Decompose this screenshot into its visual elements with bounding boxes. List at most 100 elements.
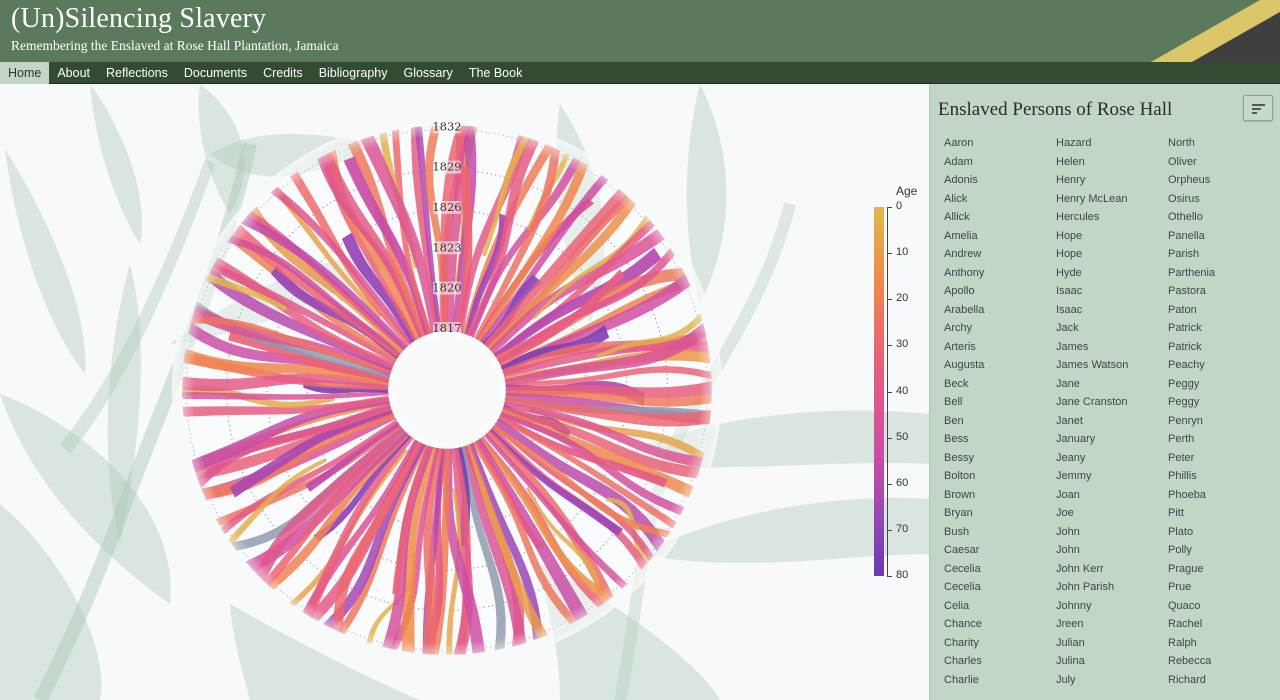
- person-list-item[interactable]: Bryan: [944, 504, 1056, 523]
- person-list-item[interactable]: Pastora: [1168, 282, 1280, 301]
- person-list-item[interactable]: Charles: [944, 652, 1056, 671]
- person-list-item[interactable]: January: [1056, 430, 1168, 449]
- person-list-item[interactable]: Plato: [1168, 523, 1280, 542]
- person-list-item[interactable]: Peachy: [1168, 356, 1280, 375]
- person-list-item[interactable]: Hercules: [1056, 208, 1168, 227]
- person-list-item[interactable]: Oliver: [1168, 153, 1280, 172]
- person-list-item[interactable]: Adonis: [944, 171, 1056, 190]
- person-list-item[interactable]: Hope: [1056, 227, 1168, 246]
- person-list-item[interactable]: John Parish: [1056, 578, 1168, 597]
- person-list-item[interactable]: Caesar: [944, 541, 1056, 560]
- person-list-item[interactable]: Charity: [944, 634, 1056, 653]
- person-list-item[interactable]: Patrick: [1168, 338, 1280, 357]
- person-list-item[interactable]: Amelia: [944, 227, 1056, 246]
- person-list-item[interactable]: Rebecca: [1168, 652, 1280, 671]
- person-list-item[interactable]: Joe: [1056, 504, 1168, 523]
- person-list-item[interactable]: Joan: [1056, 486, 1168, 505]
- person-list-item[interactable]: Prague: [1168, 560, 1280, 579]
- person-list-item[interactable]: Prue: [1168, 578, 1280, 597]
- person-list-item[interactable]: North: [1168, 134, 1280, 153]
- nav-bibliography[interactable]: Bibliography: [311, 62, 396, 84]
- person-list-item[interactable]: Pitt: [1168, 504, 1280, 523]
- person-list-item[interactable]: Archy: [944, 319, 1056, 338]
- person-list-item[interactable]: Bell: [944, 393, 1056, 412]
- person-list-item[interactable]: Rachel: [1168, 615, 1280, 634]
- person-list-item[interactable]: Peter: [1168, 449, 1280, 468]
- person-list-item[interactable]: Parish: [1168, 245, 1280, 264]
- person-list-item[interactable]: Panella: [1168, 227, 1280, 246]
- person-list-item[interactable]: John: [1056, 541, 1168, 560]
- person-list-item[interactable]: Parthenia: [1168, 264, 1280, 283]
- nav-home[interactable]: Home: [0, 62, 50, 84]
- person-list-item[interactable]: Henry: [1056, 171, 1168, 190]
- person-list-item[interactable]: Chance: [944, 615, 1056, 634]
- person-list-item[interactable]: Helen: [1056, 153, 1168, 172]
- person-list-item[interactable]: Jreen: [1056, 615, 1168, 634]
- person-list-item[interactable]: Ben: [944, 412, 1056, 431]
- person-list-item[interactable]: Hazard: [1056, 134, 1168, 153]
- person-list-item[interactable]: Augusta: [944, 356, 1056, 375]
- person-list-item[interactable]: Jack: [1056, 319, 1168, 338]
- person-list-item[interactable]: Phillis: [1168, 467, 1280, 486]
- person-list-item[interactable]: Beck: [944, 375, 1056, 394]
- person-list-item[interactable]: Isaac: [1056, 301, 1168, 320]
- person-list-item[interactable]: Cecelia: [944, 560, 1056, 579]
- person-list-item[interactable]: Jane Cranston: [1056, 393, 1168, 412]
- person-list-item[interactable]: Julina: [1056, 652, 1168, 671]
- person-list-item[interactable]: Richard: [1168, 671, 1280, 690]
- person-list-item[interactable]: Apollo: [944, 282, 1056, 301]
- person-list-item[interactable]: Anthony: [944, 264, 1056, 283]
- person-list-item[interactable]: Hyde: [1056, 264, 1168, 283]
- person-list-item[interactable]: Celia: [944, 597, 1056, 616]
- nav-glossary[interactable]: Glossary: [395, 62, 460, 84]
- person-list-item[interactable]: Peggy: [1168, 393, 1280, 412]
- person-list-item[interactable]: James Watson: [1056, 356, 1168, 375]
- sort-button[interactable]: [1243, 95, 1273, 121]
- person-list-item[interactable]: Brown: [944, 486, 1056, 505]
- person-list-item[interactable]: Janet: [1056, 412, 1168, 431]
- nav-credits[interactable]: Credits: [255, 62, 311, 84]
- nav-the-book[interactable]: The Book: [461, 62, 531, 84]
- person-list-item[interactable]: John Kerr: [1056, 560, 1168, 579]
- nav-about[interactable]: About: [49, 62, 98, 84]
- person-list-item[interactable]: July: [1056, 671, 1168, 690]
- person-list-item[interactable]: Bess: [944, 430, 1056, 449]
- site-title[interactable]: (Un)Silencing Slavery: [11, 3, 266, 35]
- person-list-item[interactable]: Jeany: [1056, 449, 1168, 468]
- person-list-item[interactable]: Charlie: [944, 671, 1056, 690]
- person-list-item[interactable]: Phoeba: [1168, 486, 1280, 505]
- person-list-item[interactable]: Hope: [1056, 245, 1168, 264]
- person-list-item[interactable]: Bessy: [944, 449, 1056, 468]
- person-list-item[interactable]: Andrew: [944, 245, 1056, 264]
- person-list-item[interactable]: Jemmy: [1056, 467, 1168, 486]
- person-list-item[interactable]: Arteris: [944, 338, 1056, 357]
- person-list-item[interactable]: Johnny: [1056, 597, 1168, 616]
- person-list-item[interactable]: Othello: [1168, 208, 1280, 227]
- nav-reflections[interactable]: Reflections: [98, 62, 176, 84]
- person-list-item[interactable]: Aaron: [944, 134, 1056, 153]
- person-list-item[interactable]: Cecelia: [944, 578, 1056, 597]
- person-list-item[interactable]: Alick: [944, 190, 1056, 209]
- person-list-item[interactable]: John: [1056, 523, 1168, 542]
- person-list-item[interactable]: Osirus: [1168, 190, 1280, 209]
- person-list-item[interactable]: Adam: [944, 153, 1056, 172]
- person-list-item[interactable]: Arabella: [944, 301, 1056, 320]
- person-list-item[interactable]: Bush: [944, 523, 1056, 542]
- person-list-item[interactable]: Peggy: [1168, 375, 1280, 394]
- person-list-item[interactable]: Penryn: [1168, 412, 1280, 431]
- person-list-item[interactable]: Ralph: [1168, 634, 1280, 653]
- person-list-item[interactable]: Bolton: [944, 467, 1056, 486]
- person-list-item[interactable]: Orpheus: [1168, 171, 1280, 190]
- person-list-item[interactable]: Allick: [944, 208, 1056, 227]
- person-list-item[interactable]: Perth: [1168, 430, 1280, 449]
- person-list-item[interactable]: Jane: [1056, 375, 1168, 394]
- person-list-item[interactable]: Isaac: [1056, 282, 1168, 301]
- person-list-item[interactable]: James: [1056, 338, 1168, 357]
- person-list-item[interactable]: Henry McLean: [1056, 190, 1168, 209]
- person-list-item[interactable]: Quaco: [1168, 597, 1280, 616]
- nav-documents[interactable]: Documents: [176, 62, 255, 84]
- person-list-item[interactable]: Patrick: [1168, 319, 1280, 338]
- person-list-item[interactable]: Julian: [1056, 634, 1168, 653]
- person-list-item[interactable]: Polly: [1168, 541, 1280, 560]
- person-list-item[interactable]: Paton: [1168, 301, 1280, 320]
